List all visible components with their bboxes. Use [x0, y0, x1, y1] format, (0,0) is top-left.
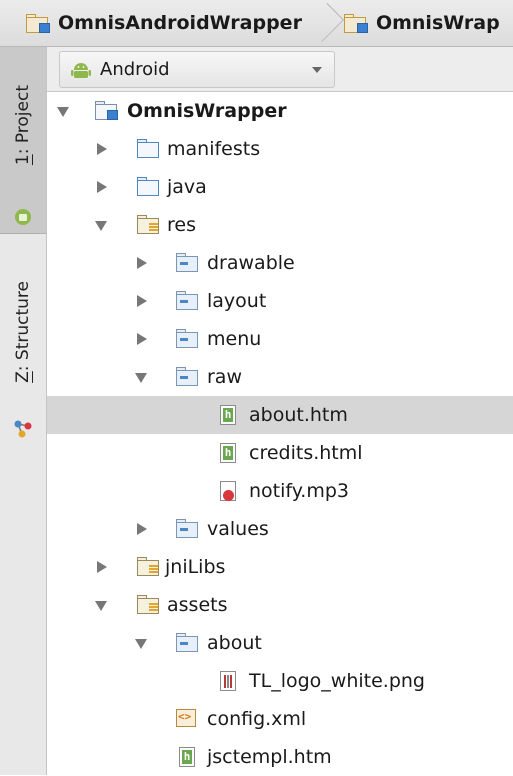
expand-arrow-right-icon[interactable] [97, 143, 107, 155]
expand-arrow-right-icon[interactable] [137, 523, 147, 535]
tree-item-selected[interactable]: h about.htm [47, 396, 513, 434]
expand-arrow-right-icon[interactable] [137, 333, 147, 345]
tree-item[interactable]: java [47, 168, 513, 206]
tree-item[interactable]: manifests [47, 130, 513, 168]
module-folder-icon [343, 14, 368, 33]
tree-item-label: jsctempl.htm [207, 746, 332, 768]
tree-item-label: jniLibs [165, 556, 226, 578]
expand-arrow-right-icon[interactable] [137, 257, 147, 269]
tree-item[interactable]: drawable [47, 244, 513, 282]
expand-arrow-down-icon[interactable] [95, 221, 107, 231]
tree-item-label: manifests [167, 138, 261, 160]
tree-item-label: raw [207, 366, 242, 388]
folder-icon [176, 291, 198, 310]
android-icon [71, 62, 91, 78]
tree-item[interactable]: raw [47, 358, 513, 396]
breadcrumb-item-module[interactable]: OmnisWrap [330, 0, 513, 46]
tree-item[interactable]: res [47, 206, 513, 244]
html-file-icon: h [179, 747, 195, 767]
chevron-down-icon [312, 67, 322, 73]
tab-project[interactable]: 1: Project [0, 47, 46, 234]
tree-item-label: values [207, 518, 269, 540]
tree-item[interactable]: menu [47, 320, 513, 358]
tree-item-label: res [167, 214, 196, 236]
tree-item[interactable]: h jsctempl.htm [47, 738, 513, 776]
tree-item-label: java [167, 176, 207, 198]
tab-structure-label: Z: Structure [13, 281, 33, 383]
resource-folder-icon [137, 557, 159, 576]
tree-item[interactable]: OmnisWrapper [47, 92, 513, 130]
tree-item[interactable]: layout [47, 282, 513, 320]
tree-item[interactable]: notify.mp3 [47, 472, 513, 510]
tree-item[interactable]: values [47, 510, 513, 548]
tree-item-label: TL_logo_white.png [249, 670, 425, 692]
folder-icon [176, 367, 198, 386]
folder-icon [137, 177, 159, 196]
expand-arrow-down-icon[interactable] [57, 107, 69, 117]
project-folder-icon [26, 14, 50, 33]
tree-item-label: layout [207, 290, 267, 312]
xml-file-icon [176, 709, 196, 727]
tree-item-label: OmnisWrapper [127, 100, 287, 122]
expand-arrow-down-icon[interactable] [95, 601, 107, 611]
expand-arrow-down-icon[interactable] [135, 639, 147, 649]
structure-icon [14, 420, 32, 438]
android-icon [15, 209, 31, 225]
breadcrumb-item-project[interactable]: OmnisAndroidWrapper [0, 0, 316, 46]
html-file-icon: h [220, 405, 236, 425]
tree-item-label: credits.html [249, 442, 363, 464]
breadcrumb-label: OmnisAndroidWrapper [58, 12, 302, 34]
resource-folder-icon [137, 595, 159, 614]
audio-file-icon [220, 481, 236, 501]
expand-arrow-right-icon[interactable] [97, 561, 107, 573]
tree-item[interactable]: assets [47, 586, 513, 624]
tree-item-label: config.xml [207, 708, 307, 730]
tree-item[interactable]: TL_logo_white.png [47, 662, 513, 700]
resource-folder-icon [137, 215, 159, 234]
breadcrumb-label: OmnisWrap [375, 12, 500, 34]
tree-item-label: notify.mp3 [249, 480, 349, 502]
expand-arrow-right-icon[interactable] [137, 295, 147, 307]
folder-icon [176, 519, 198, 538]
project-tree: OmnisWrapper manifests java res drawable… [47, 92, 513, 775]
tree-item-label: assets [167, 594, 228, 616]
folder-icon [176, 329, 198, 348]
folder-icon [176, 253, 198, 272]
folder-icon [137, 139, 159, 158]
image-file-icon [220, 671, 236, 691]
folder-icon [176, 633, 198, 652]
breadcrumb: OmnisAndroidWrapper OmnisWrap [0, 0, 513, 47]
tree-item-label: about [207, 632, 262, 654]
tool-window-strip: 1: Project Z: Structure [0, 47, 47, 775]
tree-item[interactable]: config.xml [47, 700, 513, 738]
tree-item[interactable]: h credits.html [47, 434, 513, 472]
expand-arrow-down-icon[interactable] [135, 373, 147, 383]
view-toolbar: Android [47, 47, 513, 92]
tab-project-label: 1: Project [13, 84, 33, 166]
tree-item-label: drawable [207, 252, 295, 274]
tree-item-label: menu [207, 328, 262, 350]
module-folder-icon [95, 101, 118, 120]
tree-item[interactable]: about [47, 624, 513, 662]
breadcrumb-separator-icon [316, 0, 330, 46]
view-mode-value: Android [100, 59, 170, 80]
expand-arrow-right-icon[interactable] [97, 181, 107, 193]
tree-item-label: about.htm [249, 404, 348, 426]
html-file-icon: h [220, 443, 236, 463]
tab-structure[interactable]: Z: Structure [0, 237, 46, 457]
tree-item[interactable]: jniLibs [47, 548, 513, 586]
view-mode-dropdown[interactable]: Android [59, 51, 335, 88]
